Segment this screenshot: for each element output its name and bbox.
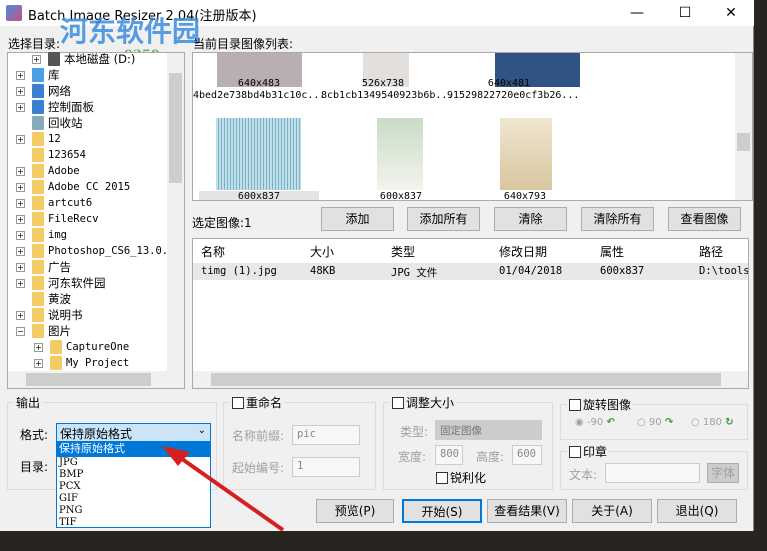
annotation-arrow bbox=[162, 446, 285, 532]
